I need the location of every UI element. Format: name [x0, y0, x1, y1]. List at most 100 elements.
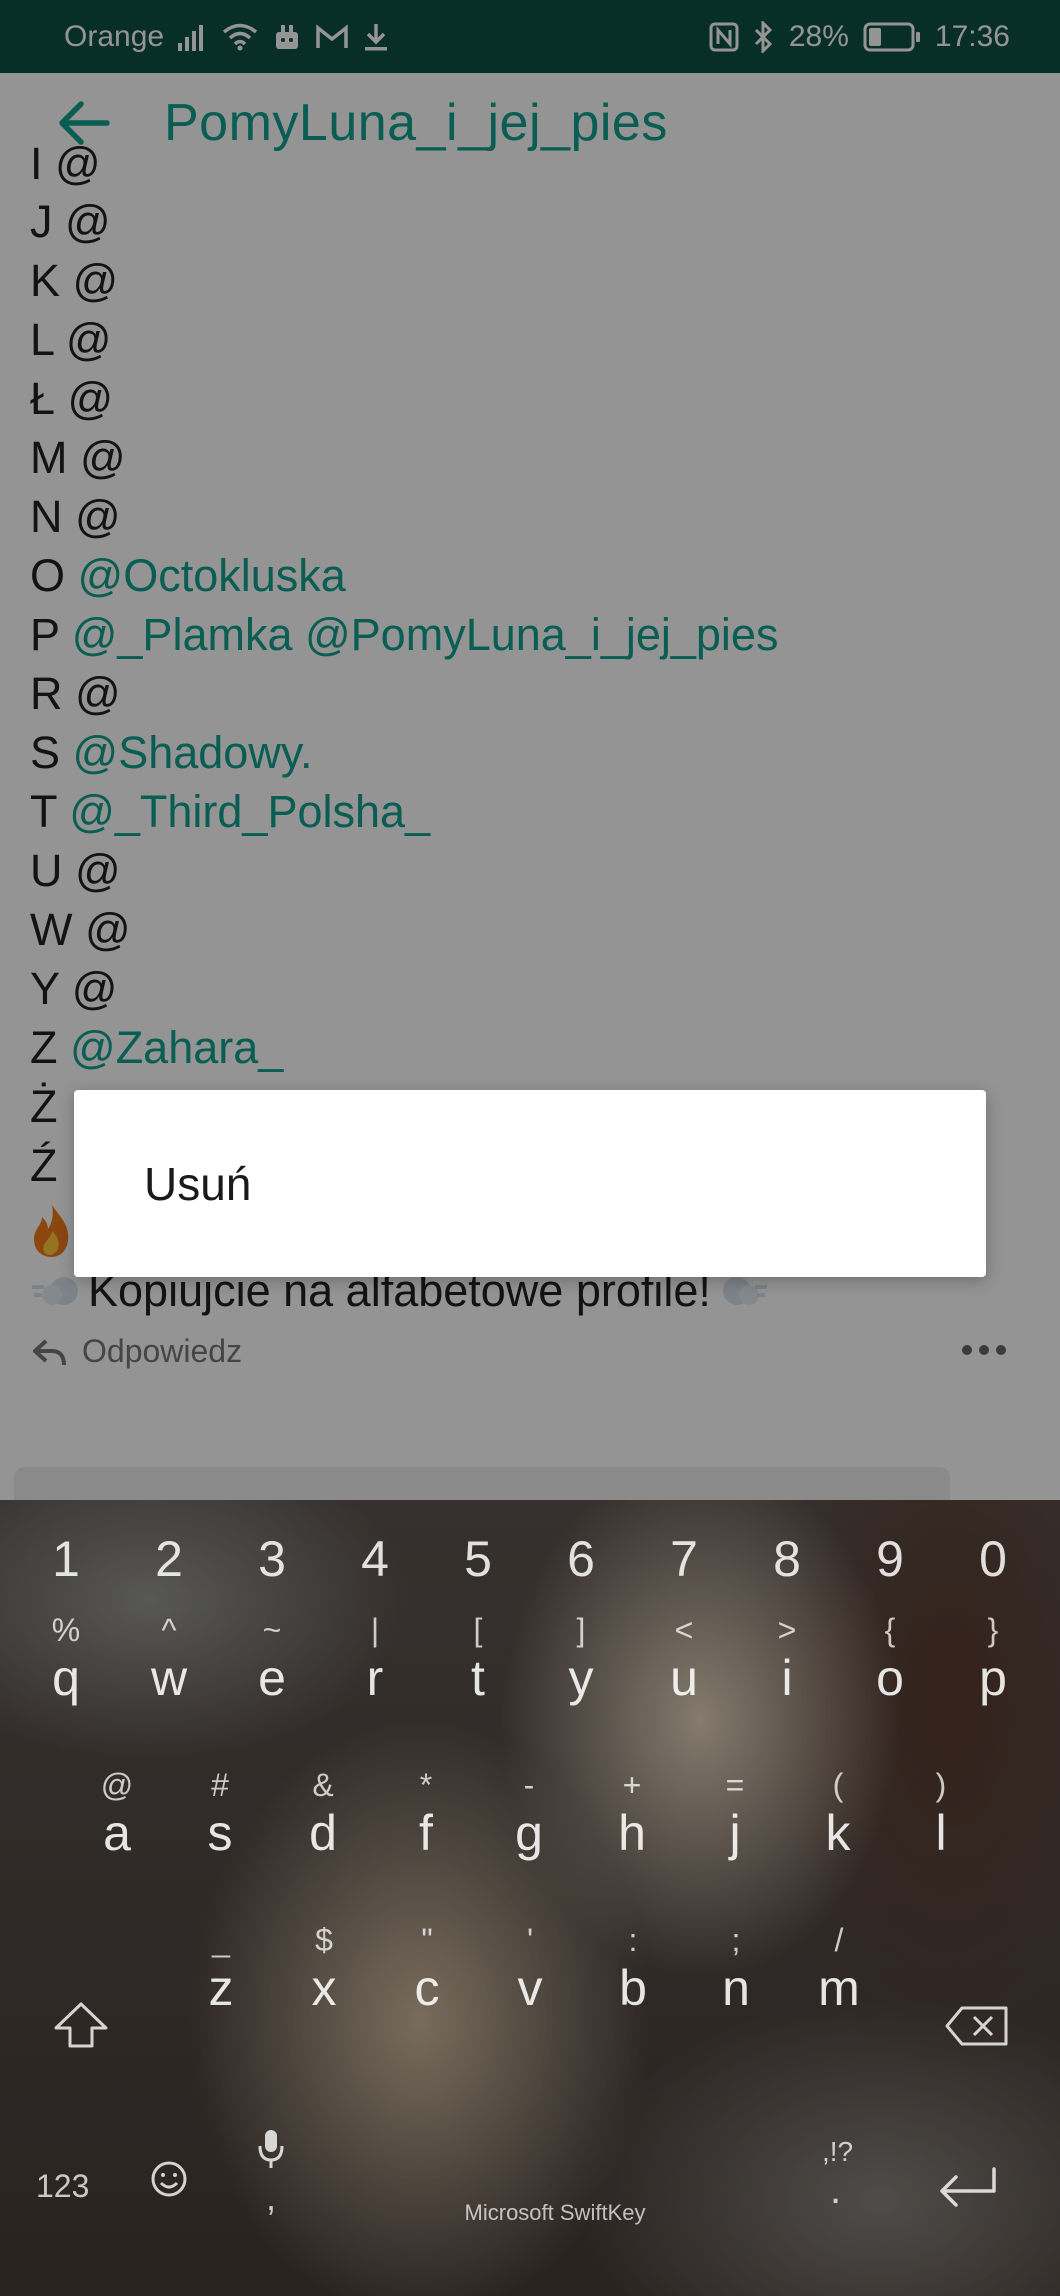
- key-alt-label: -: [523, 1767, 535, 1803]
- key-label: q: [52, 1650, 80, 1706]
- key-alt-label: >: [777, 1612, 797, 1648]
- keyboard-brand: Microsoft SwiftKey: [464, 2200, 646, 2225]
- key-label: k: [825, 1805, 851, 1861]
- key-d[interactable]: & d: [273, 1765, 373, 1861]
- key-w[interactable]: ^ w: [119, 1610, 219, 1706]
- keyboard: 1234567890 % q ^ w ~ e | r[t] y < u > i{o} p @ a # s & d * f…: [0, 1500, 1060, 2296]
- microphone-icon: [258, 2130, 284, 2168]
- key-alt-label: $: [315, 1922, 333, 1958]
- key-0[interactable]: 0: [943, 1530, 1043, 1588]
- key-e[interactable]: ~ e: [222, 1610, 322, 1706]
- key-l[interactable]: ) l: [891, 1765, 991, 1861]
- key-alt-label: /: [834, 1922, 844, 1958]
- key-x[interactable]: $ x: [274, 1920, 374, 2016]
- key-label: d: [309, 1805, 337, 1861]
- key-label: s: [207, 1805, 233, 1861]
- key-a[interactable]: @ a: [67, 1765, 167, 1861]
- key-label: z: [208, 1960, 234, 2016]
- keyboard-row-3: _ z $ x " c ' v: b; n / m: [0, 1920, 1060, 2040]
- key-label: n: [722, 1960, 750, 2016]
- key-alt-label: ): [935, 1767, 947, 1803]
- key-v[interactable]: ' v: [480, 1920, 580, 2016]
- key-label: x: [311, 1960, 337, 2016]
- key-label: u: [670, 1650, 698, 1706]
- key-alt-label: :: [628, 1922, 638, 1958]
- key-h[interactable]: + h: [582, 1765, 682, 1861]
- key-alt-label: <: [674, 1612, 694, 1648]
- keyboard-row-2: @ a # s & d * f - g + h = j(k) l: [0, 1765, 1060, 1885]
- key-label: b: [619, 1960, 647, 2016]
- key-z[interactable]: _ z: [171, 1920, 271, 2016]
- key-alt-label: =: [725, 1767, 745, 1803]
- key-alt-label: (: [832, 1767, 844, 1803]
- key-r[interactable]: | r: [325, 1610, 425, 1706]
- key-f[interactable]: * f: [376, 1765, 476, 1861]
- key-alt-label: ": [421, 1922, 433, 1958]
- key-alt-label: ;: [731, 1922, 741, 1958]
- key-9[interactable]: 9: [840, 1530, 940, 1588]
- key-label: t: [471, 1650, 485, 1706]
- key-2[interactable]: 2: [119, 1530, 219, 1588]
- screen: Orange 28% 17:36 PomyLuna_i_jej_pies I @…: [0, 0, 1060, 2296]
- shift-key[interactable]: [50, 2000, 112, 2055]
- key-6[interactable]: 6: [531, 1530, 631, 1588]
- key-label: a: [103, 1805, 131, 1861]
- key-alt-label: _: [212, 1922, 230, 1958]
- key-alt-label: ': [526, 1922, 534, 1958]
- key-g[interactable]: -g: [479, 1765, 579, 1861]
- period-key[interactable]: ,!? .: [822, 2136, 853, 2213]
- key-3[interactable]: 3: [222, 1530, 322, 1588]
- enter-key[interactable]: [934, 2165, 1000, 2214]
- key-p[interactable]: } p: [943, 1610, 1043, 1706]
- key-m[interactable]: / m: [789, 1920, 889, 2016]
- key-7[interactable]: 7: [634, 1530, 734, 1588]
- key-alt-label: %: [51, 1612, 81, 1648]
- key-k[interactable]: (k: [788, 1765, 888, 1861]
- key-label: o: [876, 1650, 904, 1706]
- key-j[interactable]: = j: [685, 1765, 785, 1861]
- key-s[interactable]: # s: [170, 1765, 270, 1861]
- key-label: h: [618, 1805, 646, 1861]
- key-5[interactable]: 5: [428, 1530, 528, 1588]
- key-o[interactable]: {o: [840, 1610, 940, 1706]
- context-menu-dialog: Usuń: [74, 1090, 986, 1277]
- delete-option[interactable]: Usuń: [144, 1157, 251, 1211]
- punctuation-alt: ,!?: [822, 2136, 854, 2167]
- key-b[interactable]: :b: [583, 1920, 683, 2016]
- enter-icon: [940, 2167, 996, 2207]
- period-label: .: [830, 2168, 842, 2212]
- key-alt-label: *: [419, 1767, 433, 1803]
- backspace-icon: [945, 2006, 1008, 2046]
- key-label: y: [568, 1650, 594, 1706]
- key-t[interactable]: [t: [428, 1610, 528, 1706]
- key-label: w: [150, 1650, 188, 1706]
- key-label: c: [414, 1960, 440, 2016]
- key-label: e: [258, 1650, 286, 1706]
- key-label: v: [517, 1960, 543, 2016]
- emoji-key[interactable]: [150, 2160, 188, 2203]
- key-alt-label: |: [370, 1612, 380, 1648]
- key-u[interactable]: < u: [634, 1610, 734, 1706]
- key-y[interactable]: ] y: [531, 1610, 631, 1706]
- key-8[interactable]: 8: [737, 1530, 837, 1588]
- key-alt-label: {: [884, 1612, 896, 1648]
- key-alt-label: }: [987, 1612, 999, 1648]
- key-i[interactable]: > i: [737, 1610, 837, 1706]
- key-4[interactable]: 4: [325, 1530, 425, 1588]
- key-q[interactable]: % q: [16, 1610, 116, 1706]
- key-label: p: [979, 1650, 1007, 1706]
- smiley-icon: [151, 2161, 187, 2197]
- key-alt-label: [: [473, 1612, 483, 1648]
- key-n[interactable]: ; n: [686, 1920, 786, 2016]
- backspace-key[interactable]: [944, 2005, 1010, 2052]
- key-c[interactable]: " c: [377, 1920, 477, 2016]
- key-label: i: [781, 1650, 793, 1706]
- key-alt-label: ]: [576, 1612, 586, 1648]
- key-alt-label: ~: [262, 1612, 282, 1648]
- key-alt-label: +: [622, 1767, 642, 1803]
- shift-icon: [54, 2002, 108, 2048]
- key-alt-label: &: [312, 1767, 334, 1803]
- key-alt-label: #: [211, 1767, 229, 1803]
- key-label: f: [419, 1805, 433, 1861]
- key-1[interactable]: 1: [16, 1530, 116, 1588]
